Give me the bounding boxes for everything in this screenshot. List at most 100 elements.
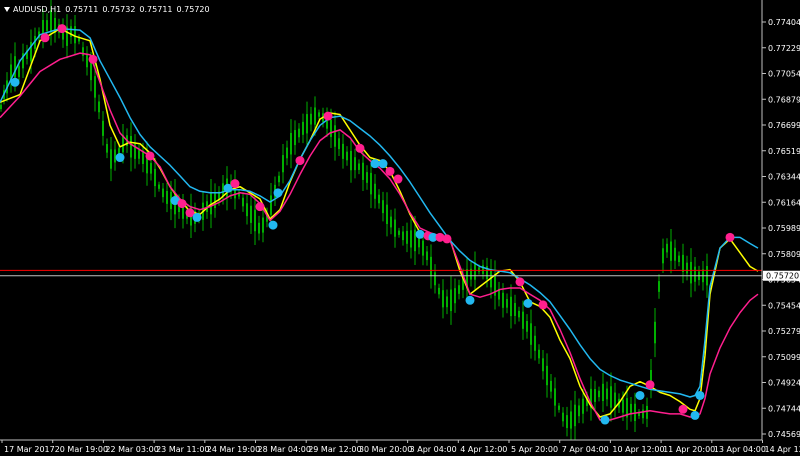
- candle-body: [406, 230, 408, 244]
- candle-body: [614, 392, 616, 408]
- candle-body: [262, 217, 264, 233]
- y-tick-label: 0.76879: [768, 95, 800, 104]
- candle-body: [646, 405, 648, 419]
- candle-body: [538, 349, 540, 359]
- candle-body: [694, 266, 696, 282]
- candle-body: [602, 383, 604, 402]
- y-tick-label: 0.75454: [768, 301, 800, 310]
- candle-body: [318, 112, 320, 117]
- buy-signal-dot: [10, 77, 20, 87]
- candle-body: [422, 240, 424, 256]
- x-tick-label: 13 Apr 04:00: [714, 445, 766, 454]
- candle-body: [370, 172, 372, 195]
- candle-body: [550, 380, 552, 392]
- candle-body: [294, 130, 296, 146]
- candle-body: [86, 54, 88, 68]
- candle-body: [166, 190, 168, 204]
- candle-body: [110, 149, 112, 169]
- close-value: 0.75720: [176, 4, 210, 14]
- y-tick-label: 0.75099: [768, 353, 800, 362]
- candle-body: [502, 292, 504, 308]
- candle-body: [286, 147, 288, 159]
- candle-body: [510, 296, 512, 317]
- candle-body: [682, 254, 684, 273]
- candle-body: [426, 251, 428, 261]
- candle-body: [390, 216, 392, 228]
- x-tick-label: 23 Mar 11:00: [156, 445, 209, 454]
- candle-body: [18, 66, 20, 77]
- sell-signal-dot: [678, 404, 688, 414]
- candle-body: [378, 194, 380, 204]
- y-tick-label: 0.74569: [768, 430, 800, 439]
- candle-body: [534, 335, 536, 351]
- sell-signal-dot: [145, 151, 155, 161]
- candle-body: [542, 358, 544, 372]
- buy-signal-dot: [523, 298, 533, 308]
- sell-signal-dot: [255, 202, 265, 212]
- y-tick-label: 0.74924: [768, 379, 800, 388]
- candle-body: [610, 386, 612, 408]
- candle-body: [70, 26, 72, 38]
- sell-signal-dot: [57, 24, 67, 34]
- candle-body: [478, 267, 480, 272]
- candle-body: [98, 101, 100, 113]
- candle-body: [162, 188, 164, 198]
- candle-body: [106, 144, 108, 153]
- candle-body: [454, 288, 456, 304]
- candle-body: [526, 321, 528, 332]
- buy-signal-dot: [115, 153, 125, 163]
- x-tick-label: 30 Mar 20:00: [359, 445, 412, 454]
- candle-body: [642, 409, 644, 419]
- candle-body: [606, 388, 608, 400]
- sell-signal-dot: [538, 300, 548, 310]
- high-value: 0.75732: [102, 4, 136, 14]
- y-tick-label: 0.75989: [768, 224, 800, 233]
- candle-body: [362, 162, 364, 180]
- candle-body: [554, 388, 556, 406]
- candle-body: [302, 121, 304, 135]
- candle-body: [358, 163, 360, 170]
- y-tick-label: 0.77404: [768, 18, 800, 27]
- candle-body: [282, 155, 284, 173]
- buy-signal-dot: [370, 159, 380, 169]
- candle-body: [382, 200, 384, 214]
- candle-body: [94, 76, 96, 98]
- open-value: 0.75711: [65, 4, 99, 14]
- candle-body: [342, 143, 344, 159]
- buy-signal-dot: [378, 159, 388, 169]
- candle-body: [270, 195, 272, 215]
- candle-body: [90, 62, 92, 81]
- sell-signal-dot: [385, 166, 395, 176]
- dropdown-triangle-icon[interactable]: [4, 6, 10, 12]
- buy-signal-dot: [600, 415, 610, 425]
- candle-body: [574, 404, 576, 427]
- candle-body: [130, 136, 132, 158]
- sell-signal-dot: [40, 33, 50, 43]
- candle-body: [290, 132, 292, 155]
- candle-body: [46, 20, 48, 31]
- candle-body: [622, 399, 624, 413]
- candle-body: [334, 125, 336, 147]
- y-tick-label: 0.77229: [768, 44, 800, 53]
- candle-body: [298, 128, 300, 138]
- candle-body: [138, 150, 140, 159]
- buy-signal-dot: [465, 295, 475, 305]
- candle-body: [398, 230, 400, 235]
- candle-body: [310, 113, 312, 125]
- buy-signal-dot: [695, 390, 705, 400]
- buy-signal-dot: [268, 220, 278, 230]
- candle-body: [158, 184, 160, 189]
- sell-signal-dot: [645, 380, 655, 390]
- symbol-label: AUDUSD,H1: [13, 4, 62, 14]
- candle-body: [570, 411, 572, 429]
- y-tick-label: 0.76699: [768, 121, 800, 130]
- candle-body: [582, 398, 584, 414]
- buy-signal-dot: [415, 229, 425, 239]
- candle-body: [250, 205, 252, 223]
- candle-body: [566, 415, 568, 429]
- candle-body: [74, 26, 76, 44]
- candle-body: [506, 299, 508, 308]
- low-value: 0.75711: [139, 4, 173, 14]
- sell-signal-dot: [725, 232, 735, 242]
- candle-body: [0, 104, 2, 110]
